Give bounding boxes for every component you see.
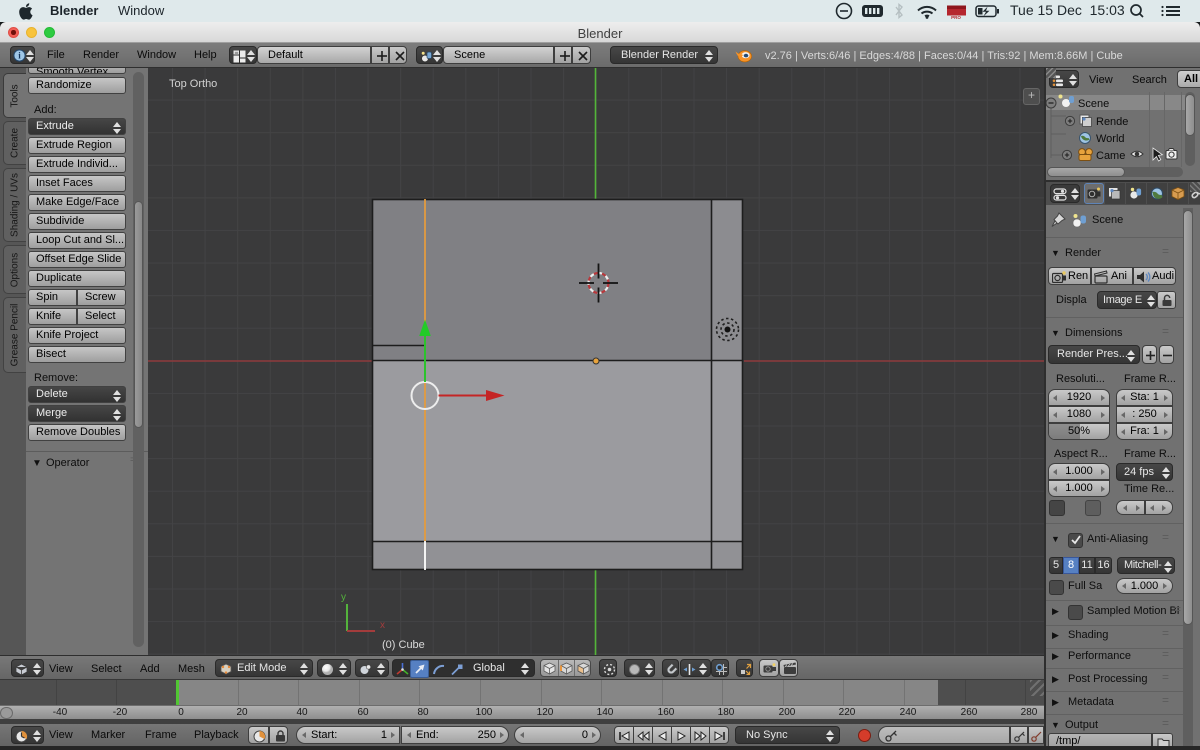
svg-text:(0) Cube: (0) Cube [382, 639, 425, 651]
svg-text:Came: Came [1096, 150, 1125, 162]
svg-text:Scene: Scene [1078, 98, 1109, 110]
svg-text:Rende: Rende [1096, 116, 1128, 128]
svg-text:PRO: PRO [951, 15, 961, 20]
svg-text:y: y [341, 592, 346, 603]
svg-text:World: World [1096, 133, 1125, 145]
svg-text:x: x [380, 620, 385, 631]
